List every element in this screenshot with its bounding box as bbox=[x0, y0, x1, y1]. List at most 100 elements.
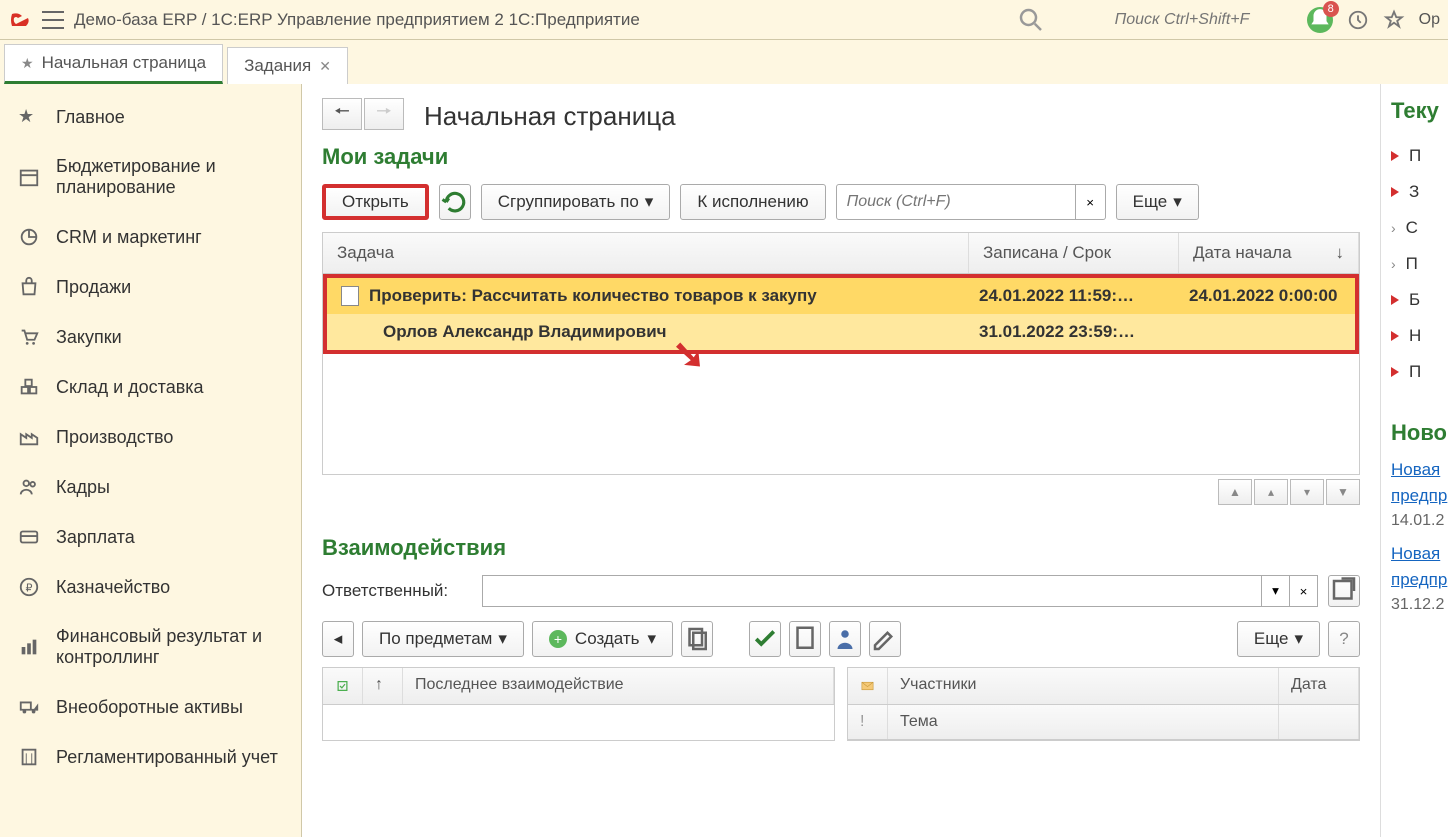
sidebar-item-treasury[interactable]: ₽ Казначейство bbox=[0, 562, 301, 612]
check-button[interactable] bbox=[749, 621, 781, 657]
chart-icon bbox=[18, 226, 40, 248]
expand-button[interactable] bbox=[1328, 575, 1360, 607]
chevron-down-icon: ▾ bbox=[1173, 192, 1182, 212]
notifications-icon[interactable] bbox=[1307, 7, 1333, 33]
sidebar-item-regulated[interactable]: Регламентированный учет bbox=[0, 732, 301, 782]
sidebar-item-salary[interactable]: Зарплата bbox=[0, 512, 301, 562]
sidebar-item-warehouse[interactable]: Склад и доставка bbox=[0, 362, 301, 412]
sidebar-item-finance[interactable]: Финансовый результат и контроллинг bbox=[0, 612, 301, 682]
task-search-input[interactable] bbox=[836, 184, 1076, 220]
sidebar: ★ Главное Бюджетирование и планирование … bbox=[0, 84, 302, 837]
col-date[interactable]: Дата bbox=[1279, 668, 1359, 704]
page-title: Начальная страница bbox=[424, 101, 676, 132]
col-recorded[interactable]: Записана / Срок bbox=[969, 233, 1179, 273]
task-row-selected[interactable]: Проверить: Рассчитать количество товаров… bbox=[323, 274, 1359, 354]
right-item[interactable]: ›П bbox=[1391, 246, 1438, 282]
tab-home[interactable]: ★ Начальная страница bbox=[4, 44, 223, 84]
truck-icon bbox=[18, 696, 40, 718]
tasks-table: Задача Записана / Срок Дата начала↓ Пров… bbox=[322, 232, 1360, 475]
global-search-input[interactable] bbox=[1115, 11, 1271, 29]
right-item[interactable]: П bbox=[1391, 354, 1438, 390]
col-last-interaction[interactable]: Последнее взаимодействие bbox=[403, 668, 834, 704]
right-item[interactable]: П bbox=[1391, 138, 1438, 174]
factory-icon bbox=[18, 426, 40, 448]
responsible-input[interactable] bbox=[482, 575, 1262, 607]
help-button[interactable]: ? bbox=[1328, 621, 1360, 657]
news-date: 14.01.2 bbox=[1391, 512, 1438, 530]
col-participants[interactable]: Участники bbox=[888, 668, 1279, 704]
col-sort[interactable]: ↑ bbox=[363, 668, 403, 704]
bag-icon bbox=[18, 276, 40, 298]
tab-tasks[interactable]: Задания ✕ bbox=[227, 47, 348, 84]
news-link[interactable]: предпр bbox=[1391, 486, 1438, 506]
edit-button[interactable] bbox=[869, 621, 901, 657]
sidebar-item-budgeting[interactable]: Бюджетирование и планирование bbox=[0, 142, 301, 212]
pencil-icon bbox=[870, 622, 900, 656]
sidebar-item-purchases[interactable]: Закупки bbox=[0, 312, 301, 362]
forward-button[interactable]: 🠖 bbox=[364, 98, 404, 130]
clear-search-button[interactable]: × bbox=[1076, 184, 1106, 220]
chevron-right-icon: › bbox=[1391, 256, 1396, 272]
pager-up[interactable]: ▴ bbox=[1254, 479, 1288, 505]
right-item[interactable]: ›С bbox=[1391, 210, 1438, 246]
triangle-red-icon bbox=[1391, 151, 1399, 161]
sidebar-item-production[interactable]: Производство bbox=[0, 412, 301, 462]
by-subjects-button[interactable]: По предметам ▾ bbox=[362, 621, 524, 657]
open-button[interactable]: Открыть bbox=[322, 184, 429, 220]
check-icon bbox=[750, 622, 780, 656]
news-link[interactable]: Новая bbox=[1391, 544, 1438, 564]
global-search[interactable] bbox=[947, 5, 1277, 35]
star-icon: ★ bbox=[18, 106, 40, 128]
back-button[interactable]: 🠔 bbox=[322, 98, 362, 130]
right-item[interactable]: Н bbox=[1391, 318, 1438, 354]
pager-down[interactable]: ▾ bbox=[1290, 479, 1324, 505]
history-icon[interactable] bbox=[1347, 9, 1369, 31]
logo-1c-icon bbox=[8, 8, 32, 32]
sidebar-item-crm[interactable]: CRM и маркетинг bbox=[0, 212, 301, 262]
person-button[interactable] bbox=[829, 621, 861, 657]
people-icon bbox=[18, 476, 40, 498]
create-button[interactable]: + Создать ▾ bbox=[532, 621, 673, 657]
right-item[interactable]: Б bbox=[1391, 282, 1438, 318]
right-item[interactable]: З bbox=[1391, 174, 1438, 210]
doc-button[interactable] bbox=[789, 621, 821, 657]
col-start[interactable]: Дата начала↓ bbox=[1179, 233, 1359, 273]
user-label[interactable]: Ор bbox=[1419, 11, 1440, 29]
chevron-down-icon: ▾ bbox=[1294, 629, 1303, 649]
col-mail-icon[interactable] bbox=[848, 668, 888, 704]
refresh-button[interactable] bbox=[439, 184, 471, 220]
clear-button[interactable]: × bbox=[1290, 575, 1318, 607]
to-execute-button[interactable]: К исполнению bbox=[680, 184, 825, 220]
sidebar-item-hr[interactable]: Кадры bbox=[0, 462, 301, 512]
close-icon[interactable]: ✕ bbox=[319, 58, 331, 75]
ruble-icon: ₽ bbox=[18, 576, 40, 598]
news-link[interactable]: предпр bbox=[1391, 570, 1438, 590]
sidebar-item-assets[interactable]: Внеоборотные активы bbox=[0, 682, 301, 732]
my-tasks-header: Мои задачи bbox=[322, 144, 1360, 170]
col-task[interactable]: Задача bbox=[323, 233, 969, 273]
interactions-header: Взаимодействия bbox=[322, 535, 1360, 561]
col-check-icon[interactable] bbox=[323, 668, 363, 704]
inter-more-button[interactable]: Еще ▾ bbox=[1237, 621, 1320, 657]
calendar-icon bbox=[18, 166, 40, 188]
group-by-button[interactable]: Сгруппировать по ▾ bbox=[481, 184, 671, 220]
more-button[interactable]: Еще ▾ bbox=[1116, 184, 1199, 220]
news-header: Ново bbox=[1391, 420, 1438, 446]
col-priority-icon[interactable]: ! bbox=[848, 705, 888, 739]
pager-first[interactable]: ▲ bbox=[1218, 479, 1252, 505]
current-header: Теку bbox=[1391, 98, 1438, 124]
sidebar-item-main[interactable]: ★ Главное bbox=[0, 92, 301, 142]
chevron-down-icon: ▾ bbox=[645, 192, 654, 212]
menu-icon[interactable] bbox=[42, 11, 64, 29]
dropdown-button[interactable]: ▾ bbox=[1262, 575, 1290, 607]
news-link[interactable]: Новая bbox=[1391, 460, 1438, 480]
favorite-icon[interactable] bbox=[1383, 9, 1405, 31]
copy-button[interactable] bbox=[681, 621, 713, 657]
document-icon bbox=[341, 286, 359, 306]
news-date: 31.12.2 bbox=[1391, 596, 1438, 614]
pager-last[interactable]: ▼ bbox=[1326, 479, 1360, 505]
sidebar-item-sales[interactable]: Продажи bbox=[0, 262, 301, 312]
chevron-right-icon: › bbox=[1391, 220, 1396, 236]
col-subject[interactable]: Тема bbox=[888, 705, 1279, 739]
collapse-left-button[interactable]: ◂ bbox=[322, 621, 354, 657]
